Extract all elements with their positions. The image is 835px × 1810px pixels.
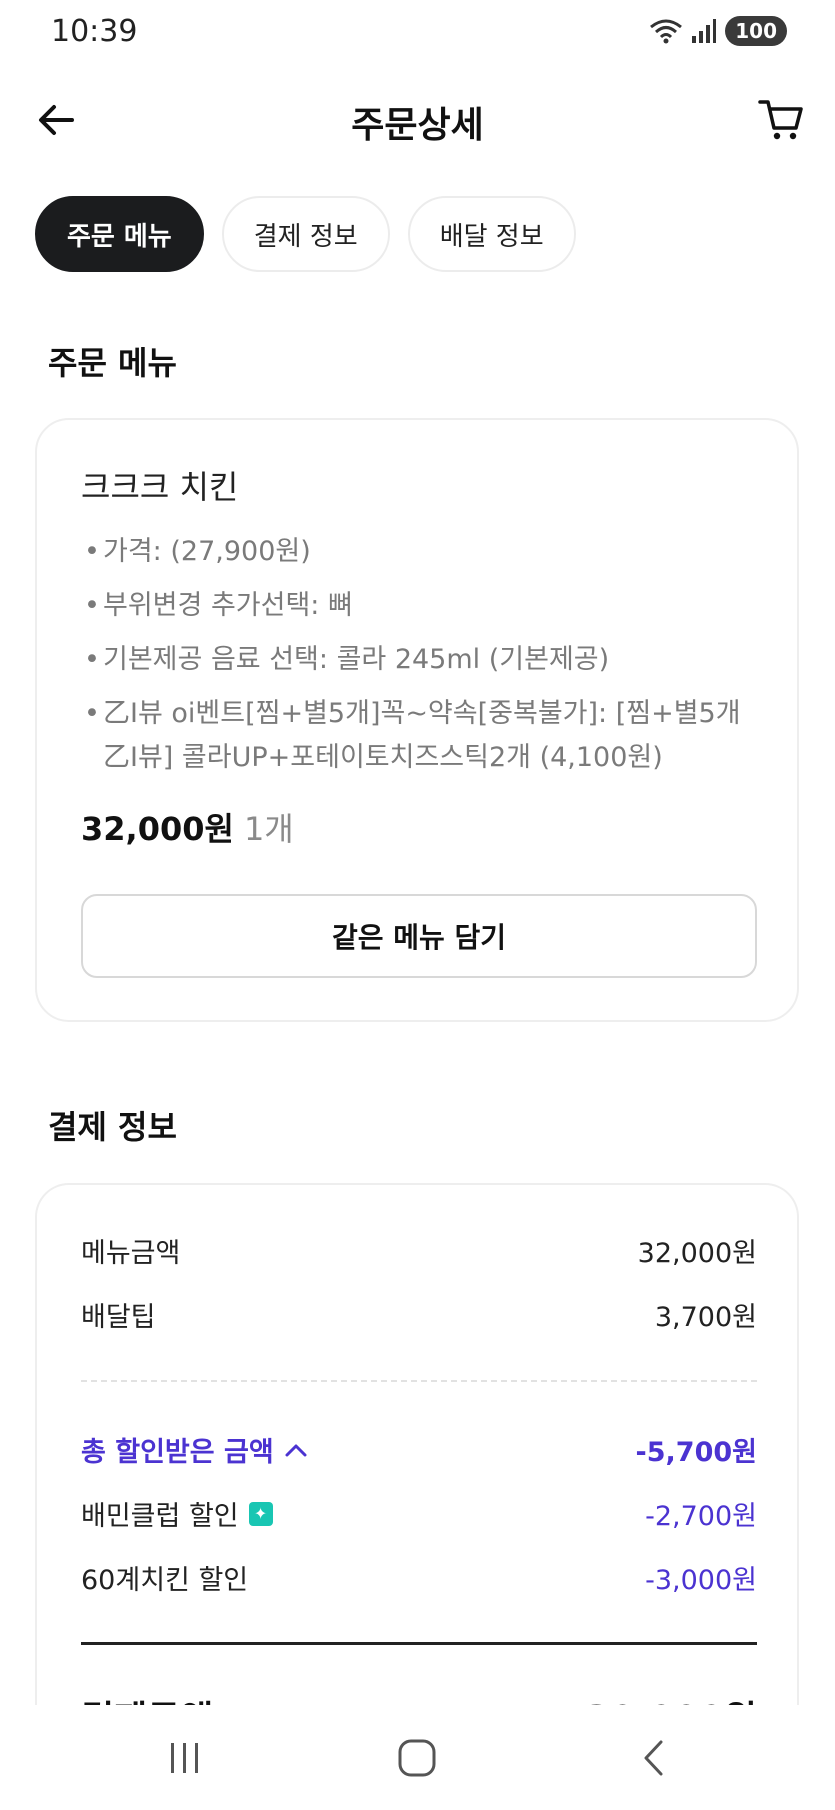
page-title: 주문상세 — [351, 105, 484, 146]
recent-apps-icon — [171, 1743, 198, 1773]
menu-quantity: 1개 — [243, 810, 294, 848]
tab-order-menu[interactable]: 주문 메뉴 — [35, 196, 204, 272]
system-nav-bar — [0, 1705, 835, 1810]
menu-option: • 기본제공 음료 선택: 콜라 245ml (기본제공) — [84, 644, 610, 675]
order-menu-title: 주문 메뉴 — [48, 344, 177, 382]
menu-amount-value: 32,000원 — [637, 1238, 757, 1269]
discount-value: -3,000원 — [645, 1565, 757, 1596]
total-discount-label: 총 할인받은 금액 — [81, 1437, 274, 1468]
menu-option: • 부위변경 추가선택: 뼈 — [84, 590, 353, 621]
order-menu-card: 크크크 치킨 • 가격: (27,900원) • 부위변경 추가선택: 뼈 • 기본제… — [35, 418, 799, 1022]
menu-option: • 가격: (27,900원) — [84, 536, 311, 567]
delivery-tip-label: 배달팁 — [81, 1302, 156, 1333]
total-discount-row[interactable]: 총 할인받은 금액 -5,700원 — [81, 1430, 757, 1469]
discount-row-club: 배민클럽 할인 ✦ -2,700원 — [81, 1494, 757, 1533]
delivery-tip-row: 배달팁 3,700원 — [81, 1295, 757, 1334]
final-amount-row: 결제금액 30,000원 — [81, 1690, 757, 1706]
discount-row-chicken: 60계치킨 할인 -3,000원 — [81, 1558, 757, 1597]
recent-apps-button[interactable] — [155, 1731, 215, 1785]
home-icon — [398, 1739, 436, 1777]
app-header: 주문상세 — [0, 80, 835, 160]
tab-delivery-info[interactable]: 배달 정보 — [407, 196, 576, 272]
menu-option: • 乙I뷰 oi벤트[찜+별5개]꼭~약속[중복불가]: [찜+별5개 乙I뷰] … — [84, 698, 741, 773]
final-amount-value: 30,000원 — [585, 1690, 757, 1706]
delivery-tip-value: 3,700원 — [654, 1302, 757, 1333]
dashed-divider — [81, 1380, 757, 1382]
menu-amount-label: 메뉴금액 — [81, 1238, 181, 1269]
wifi-icon — [650, 19, 683, 44]
chevron-up-icon — [285, 1444, 307, 1456]
section-tabs: 주문 메뉴 결제 정보 배달 정보 — [35, 196, 576, 272]
total-discount-value: -5,700원 — [635, 1437, 757, 1468]
home-button[interactable] — [387, 1731, 447, 1785]
discount-label: 60계치킨 할인 — [81, 1565, 249, 1596]
menu-price: 32,000원 — [81, 810, 234, 848]
menu-item-name: 크크크 치킨 — [81, 468, 239, 506]
nav-back-button[interactable] — [623, 1731, 683, 1785]
menu-amount-row: 메뉴금액 32,000원 — [81, 1231, 757, 1270]
status-time: 10:39 — [51, 14, 138, 49]
status-icons: 100 — [649, 16, 787, 46]
battery-indicator: 100 — [725, 16, 787, 46]
add-same-menu-button[interactable]: 같은 메뉴 담기 — [81, 894, 757, 978]
discount-value: -2,700원 — [645, 1501, 757, 1532]
baemin-club-icon: ✦ — [248, 1501, 273, 1526]
payment-info-title: 결제 정보 — [48, 1108, 177, 1146]
menu-options-list: • 가격: (27,900원) • 부위변경 추가선택: 뼈 • 기본제공 음료 선택… — [81, 530, 761, 790]
status-bar: 10:39 100 — [0, 0, 835, 66]
signal-icon — [692, 19, 717, 43]
back-icon — [644, 1740, 663, 1776]
menu-price-line: 32,000원 1개 — [81, 804, 294, 850]
cart-icon — [758, 100, 803, 140]
total-divider — [81, 1642, 757, 1645]
discount-label: 배민클럽 할인 — [81, 1501, 239, 1532]
cart-button[interactable] — [753, 92, 809, 148]
final-amount-label: 결제금액 — [81, 1690, 213, 1706]
tab-payment-info[interactable]: 결제 정보 — [221, 196, 390, 272]
